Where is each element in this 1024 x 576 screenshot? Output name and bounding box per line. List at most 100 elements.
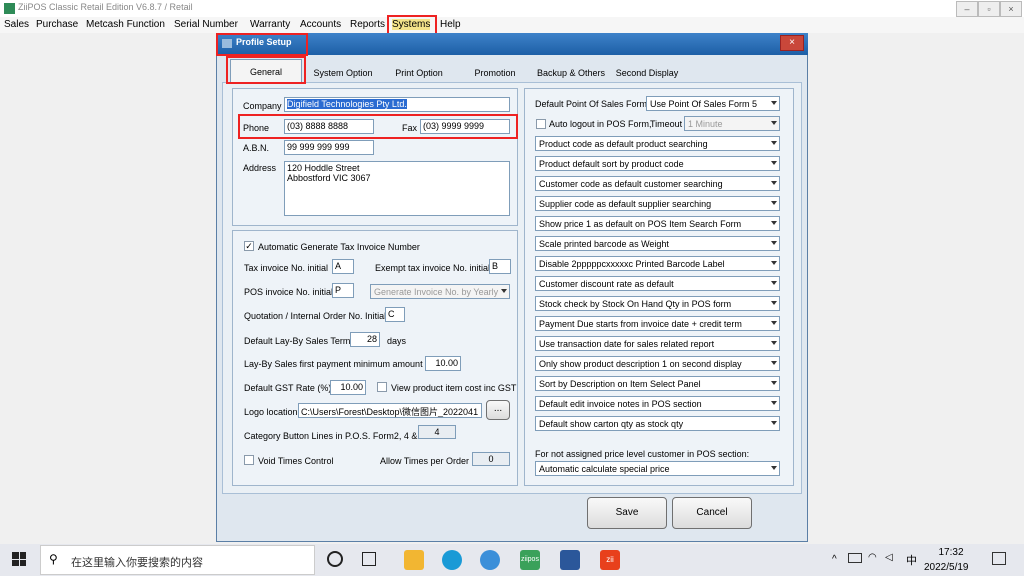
menu-help[interactable]: Help (440, 19, 461, 30)
file-explorer-icon[interactable] (404, 550, 424, 570)
tab-backup-others[interactable]: Backup & Others (534, 64, 608, 82)
browse-button[interactable]: ... (486, 400, 510, 420)
logo-field[interactable]: C:\Users\Forest\Desktop\微信图片_2022041 (298, 403, 482, 418)
void-control-label: Void Times Control (258, 456, 334, 466)
company-field[interactable]: Digifield Technologies Pty Ltd. (284, 97, 510, 112)
notification-icon[interactable] (992, 552, 1006, 565)
auto-logout-checkbox[interactable] (536, 119, 546, 129)
option-dropdown-value: Use transaction date for sales related r… (539, 339, 715, 349)
zii-taskbar-icon[interactable]: zii (600, 550, 620, 570)
tax-initial-label: Tax invoice No. initial (244, 263, 329, 273)
task-view-icon[interactable] (362, 552, 376, 566)
price-level-dropdown[interactable]: Automatic calculate special price (535, 461, 780, 476)
option-dropdown[interactable]: Default edit invoice notes in POS sectio… (535, 396, 780, 411)
wifi-icon[interactable]: ◠ (868, 552, 877, 563)
default-pos-dropdown[interactable]: Use Point Of Sales Form 5 (646, 96, 780, 111)
search-placeholder: 在这里输入你要搜索的内容 (71, 557, 203, 569)
option-dropdown[interactable]: Scale printed barcode as Weight (535, 236, 780, 251)
taskbar-search-box[interactable]: ⚲ 在这里输入你要搜索的内容 (40, 545, 315, 575)
void-control-checkbox[interactable] (244, 455, 254, 465)
menu-purchase[interactable]: Purchase (36, 19, 78, 30)
word-icon[interactable] (560, 550, 580, 570)
minimize-button[interactable]: – (956, 1, 978, 17)
view-cost-checkbox[interactable] (377, 382, 387, 392)
windows-start-icon[interactable] (12, 552, 26, 566)
layby-min-label: Lay-By Sales first payment minimum amoun… (244, 359, 440, 369)
address-label: Address (243, 163, 277, 173)
option-dropdown[interactable]: Sort by Description on Item Select Panel (535, 376, 780, 391)
tab-second-display[interactable]: Second Display (614, 64, 680, 82)
clock-time[interactable]: 17:32 (938, 547, 964, 558)
option-dropdown[interactable]: Payment Due starts from invoice date + c… (535, 316, 780, 331)
quotation-label: Quotation / Internal Order No. Initial (244, 311, 387, 321)
option-dropdown[interactable]: Customer code as default customer search… (535, 176, 780, 191)
abn-label: A.B.N. (243, 143, 270, 153)
highlight-general-tab (226, 56, 306, 84)
company-label: Company (243, 101, 282, 111)
option-dropdown[interactable]: Stock check by Stock On Hand Qty in POS … (535, 296, 780, 311)
layby-term-unit: days (387, 336, 407, 346)
chevron-up-icon[interactable]: ^ (832, 554, 837, 565)
layby-term-label: Default Lay-By Sales Term (244, 336, 351, 346)
auto-generate-checkbox[interactable]: ✓ (244, 241, 254, 251)
timeout-dropdown[interactable]: 1 Minute (684, 116, 780, 131)
speaker-icon[interactable]: ◁ (885, 552, 893, 563)
generate-invoice-dropdown[interactable]: Generate Invoice No. by Yearly (370, 284, 510, 299)
window-close-button[interactable]: × (1000, 1, 1022, 17)
cortana-icon[interactable] (327, 551, 343, 567)
menu-warranty[interactable]: Warranty (250, 19, 290, 30)
option-dropdown-value: Customer discount rate as default (539, 279, 674, 289)
option-dropdown-value: Supplier code as default supplier search… (539, 199, 712, 209)
search-icon: ⚲ (49, 552, 58, 566)
option-dropdown[interactable]: Use transaction date for sales related r… (535, 336, 780, 351)
menu-metcash-function[interactable]: Metcash Function (86, 19, 165, 30)
edge-icon[interactable] (442, 550, 462, 570)
cancel-button[interactable]: Cancel (672, 497, 752, 529)
menu-reports[interactable]: Reports (350, 19, 385, 30)
option-dropdown[interactable]: Default show carton qty as stock qty (535, 416, 780, 431)
option-dropdown[interactable]: Product code as default product searchin… (535, 136, 780, 151)
layby-term-field[interactable]: 28 (350, 332, 380, 347)
option-dropdown[interactable]: Supplier code as default supplier search… (535, 196, 780, 211)
menu-accounts[interactable]: Accounts (300, 19, 341, 30)
save-button[interactable]: Save (587, 497, 667, 529)
option-dropdown[interactable]: Product default sort by product code (535, 156, 780, 171)
logo-label: Logo location (244, 407, 298, 417)
layby-min-field[interactable]: 10.00 (425, 356, 461, 371)
ime-indicator[interactable]: 中 (906, 552, 917, 568)
tab-print-option[interactable]: Print Option (390, 64, 448, 82)
exempt-initial-label: Exempt tax invoice No. initial (375, 263, 491, 273)
chevron-down-icon (771, 301, 777, 305)
pos-initial-field[interactable]: P (332, 283, 354, 298)
view-cost-label: View product item cost inc GST (391, 383, 517, 393)
chevron-down-icon (771, 261, 777, 265)
price-level-label: For not assigned price level customer in… (535, 449, 750, 459)
quotation-field[interactable]: C (385, 307, 405, 322)
dialog-close-button[interactable]: × (780, 35, 804, 51)
ziipos-taskbar-icon[interactable]: ziipos (520, 550, 540, 570)
abn-field[interactable]: 99 999 999 999 (284, 140, 374, 155)
clock-date[interactable]: 2022/5/19 (924, 562, 969, 573)
option-dropdown[interactable]: Disable 2pppppcxxxxxc Printed Barcode La… (535, 256, 780, 271)
maximize-button[interactable]: ▫ (978, 1, 1000, 17)
chevron-down-icon (771, 466, 777, 470)
option-dropdown[interactable]: Customer discount rate as default (535, 276, 780, 291)
auto-logout-label: Auto logout in POS Form, (549, 119, 652, 129)
chat-icon[interactable] (480, 550, 500, 570)
chevron-down-icon (771, 401, 777, 405)
address-field[interactable]: 120 Hoddle Street Abbostford VIC 3067 (284, 161, 510, 216)
menu-serial-number[interactable]: Serial Number (174, 19, 238, 30)
option-dropdown[interactable]: Show price 1 as default on POS Item Sear… (535, 216, 780, 231)
tax-initial-field[interactable]: A (332, 259, 354, 274)
option-dropdown[interactable]: Only show product description 1 on secon… (535, 356, 780, 371)
chevron-down-icon (771, 101, 777, 105)
tab-system-option[interactable]: System Option (310, 64, 376, 82)
allow-times-field[interactable]: 0 (472, 452, 510, 466)
chevron-down-icon (771, 421, 777, 425)
tab-promotion[interactable]: Promotion (470, 64, 520, 82)
category-field[interactable]: 4 (418, 425, 456, 439)
menu-sales[interactable]: Sales (4, 19, 29, 30)
gst-field[interactable]: 10.00 (330, 380, 366, 395)
exempt-initial-field[interactable]: B (489, 259, 511, 274)
battery-icon[interactable] (848, 553, 862, 563)
